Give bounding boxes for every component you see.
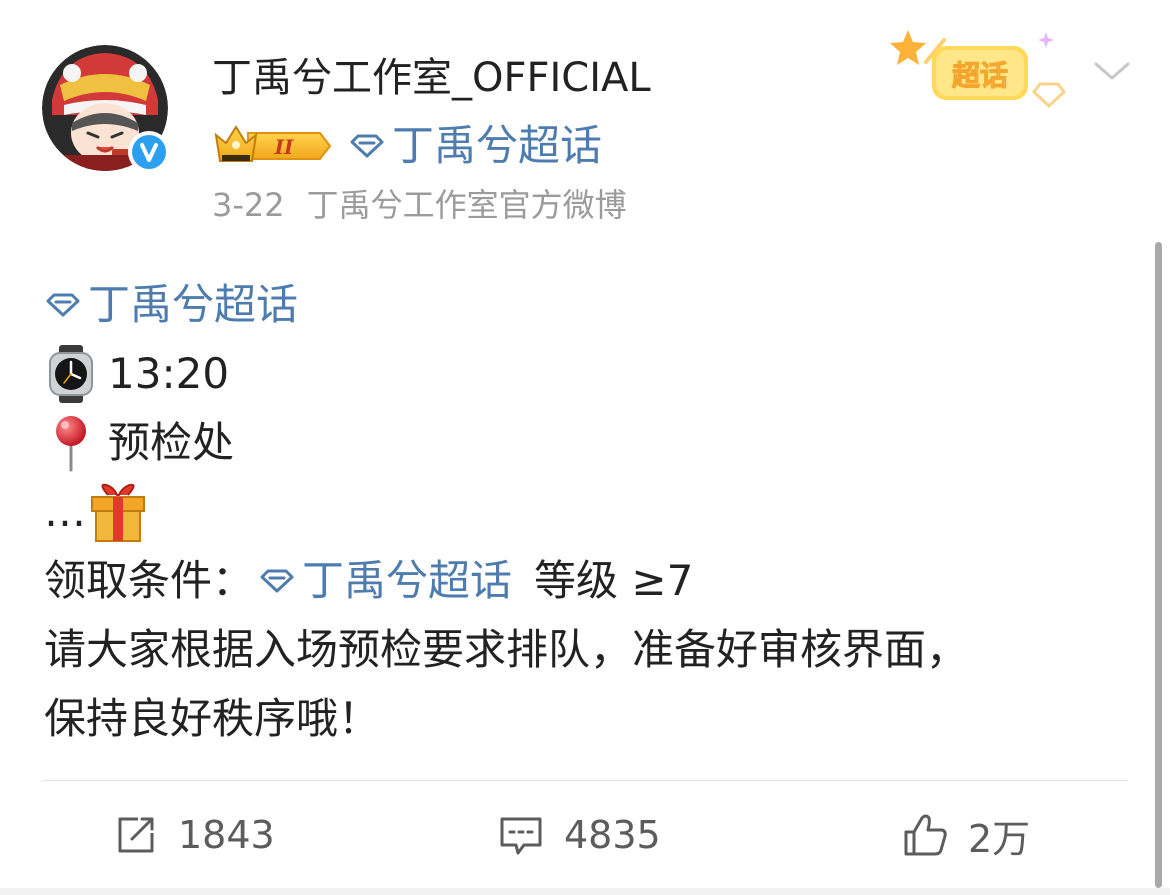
divider xyxy=(42,780,1128,781)
body-supertopic-label: 丁禹兮超话 xyxy=(88,280,299,329)
repost-button[interactable]: 1843 xyxy=(114,808,275,862)
condition-supertopic-label: 丁禹兮超话 xyxy=(302,556,513,605)
more-options-button[interactable] xyxy=(1090,56,1134,86)
fan-level-crown-badge-icon[interactable]: II xyxy=(212,121,336,171)
bottom-strip xyxy=(0,888,1170,895)
badge-row: II 丁禹兮超话 xyxy=(212,118,602,174)
notice-text-2: 保持良好秩序哦！ xyxy=(44,694,381,743)
body-line-notice-2: 保持良好秩序哦！ xyxy=(44,684,1144,753)
event-time: 13:20 xyxy=(108,349,230,398)
comment-count: 4835 xyxy=(564,813,661,857)
like-button[interactable]: 2万 xyxy=(902,808,1030,862)
verified-check-icon xyxy=(140,143,158,162)
condition-supertopic-link[interactable]: 丁禹兮超话 xyxy=(258,546,512,615)
body-supertopic-link[interactable]: 丁禹兮超话 xyxy=(44,270,298,339)
body-line-topic: 丁禹兮超话 xyxy=(44,270,1144,339)
like-count: 2万 xyxy=(968,816,1031,861)
body-line-place: 预检处 xyxy=(44,408,1144,477)
notice-text-1: 请大家根据入场预检要求排队，准备好审核界面， xyxy=(44,625,969,674)
condition-prefix: 领取条件： xyxy=(44,556,255,605)
comment-button[interactable]: 4835 xyxy=(498,808,661,862)
body-line-notice-1: 请大家根据入场预检要求排队，准备好审核界面， xyxy=(44,615,1144,684)
supertopic-link-label: 丁禹兮超话 xyxy=(392,121,603,170)
supertopic-gem-icon xyxy=(350,134,384,158)
repost-icon xyxy=(118,817,154,853)
post-meta: 3-22 丁禹兮工作室官方微博 xyxy=(212,184,627,226)
body-line-condition: 领取条件： 丁禹兮超话 等级 ≥7 xyxy=(44,546,1144,615)
watch-icon xyxy=(49,344,93,403)
verified-badge xyxy=(128,131,170,173)
svg-text:II: II xyxy=(274,135,294,159)
body-line-gift: … xyxy=(44,477,1144,546)
round-pushpin-icon xyxy=(56,415,86,471)
ellipsis-text: … xyxy=(44,487,86,536)
scrollbar[interactable] xyxy=(1155,242,1162,888)
event-place: 预检处 xyxy=(108,418,235,467)
gift-icon xyxy=(91,483,145,542)
repost-count: 1843 xyxy=(178,813,275,857)
svg-text:超话: 超话 xyxy=(952,59,1008,92)
post-body: 丁禹兮超话 13:20 预检处 … 领取条件： 丁禹兮超话 等级 ≥7 请大家根… xyxy=(44,270,1144,753)
chevron-down-icon xyxy=(1094,62,1130,80)
post-source: 丁禹兮工作室官方微博 xyxy=(306,186,627,224)
supertopic-gem-icon xyxy=(260,569,294,592)
thumbs-up-icon xyxy=(904,814,947,856)
chaohua-entry[interactable]: 超话 xyxy=(886,26,1076,112)
supertopic-gem-icon xyxy=(46,293,80,316)
comment-icon xyxy=(500,817,542,855)
body-line-time: 13:20 xyxy=(44,339,1144,408)
author-name[interactable]: 丁禹兮工作室_OFFICIAL xyxy=(212,52,651,104)
chaohua-sticker-icon: 超话 xyxy=(890,30,1067,109)
supertopic-link[interactable]: 丁禹兮超话 xyxy=(348,120,602,172)
condition-level: 等级 ≥7 xyxy=(534,556,694,605)
post-date: 3-22 xyxy=(212,186,285,224)
